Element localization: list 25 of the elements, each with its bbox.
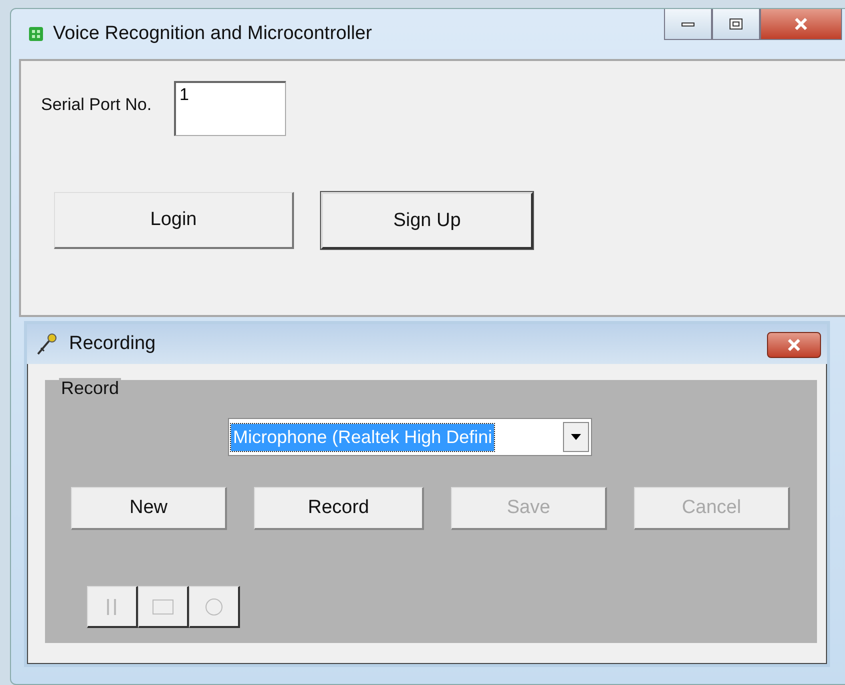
stop-button[interactable] [138,586,189,628]
maximize-icon [729,18,743,30]
pause-icon [105,596,119,616]
microphone-icon [35,332,59,356]
close-button[interactable] [767,332,821,358]
minimize-button[interactable] [664,9,712,40]
close-button[interactable] [760,9,842,40]
window-title: Recording [69,333,156,355]
stop-icon [152,598,174,616]
minimize-icon [681,20,695,28]
serial-port-field[interactable]: 1 [174,81,286,136]
record-icon [204,596,224,616]
record-button[interactable] [189,586,240,628]
serial-port-label: Serial Port No. [41,95,152,115]
action-button[interactable]: Record [254,487,424,530]
close-icon [786,339,802,351]
action-button[interactable]: New [71,487,227,530]
window-title: Voice Recognition and Microcontroller [53,23,372,45]
maximize-button[interactable] [712,9,760,40]
action-button[interactable]: Sign Up [321,192,533,249]
action-button[interactable]: Login [54,192,294,249]
app-icon [29,27,43,41]
dropdown-arrow-icon [571,434,581,440]
pause-button[interactable] [87,586,138,628]
close-icon [793,18,809,30]
